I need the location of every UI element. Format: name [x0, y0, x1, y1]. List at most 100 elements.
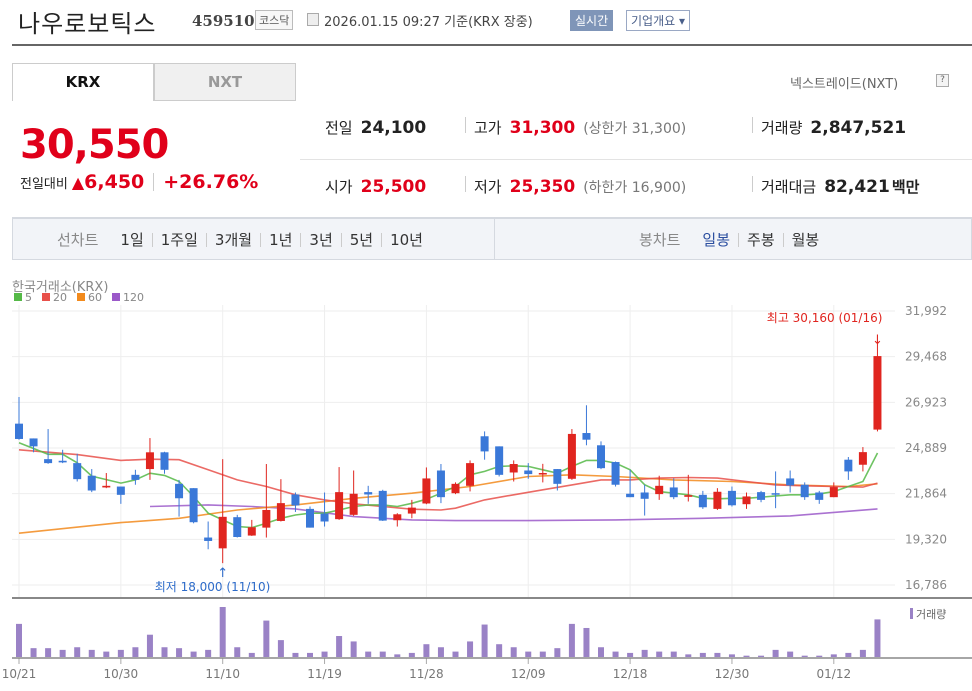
candle-body: [87, 475, 96, 491]
candle-body: [15, 423, 23, 439]
change-label: 전일대비: [20, 176, 68, 192]
candle-body: [495, 446, 504, 475]
tab-krx[interactable]: KRX: [12, 63, 154, 101]
quote-datetime: 2026.01.15 09:27 기준(KRX 장중): [324, 15, 533, 30]
volume-bar: [423, 644, 430, 657]
company-overview-dropdown[interactable]: 기업개요 ▾: [626, 10, 690, 31]
volume-bar: [219, 607, 226, 657]
candle-monthly[interactable]: 월봉: [782, 232, 828, 247]
candle-daily[interactable]: 일봉: [694, 232, 738, 247]
volume-bar: [641, 649, 648, 657]
volume-bar: [656, 651, 663, 657]
high-annotation: 최고 30,160 (01/16): [767, 311, 883, 325]
x-tick-label: 10/30: [104, 667, 139, 681]
divider: [465, 176, 466, 192]
volume-bar: [554, 648, 561, 657]
stat-label: 거래대금: [761, 178, 817, 196]
price-chart[interactable]: 31,992 29,468 26,923 24,889 21,864 19,320 16,7…: [0, 300, 972, 691]
stat-label: 거래량: [761, 119, 803, 137]
volume-bar: [321, 651, 328, 657]
volume-bar: [30, 648, 37, 657]
candle-chart-label: 봉차트: [639, 231, 681, 249]
divider: [153, 173, 155, 191]
stat-label: 고가: [474, 119, 502, 137]
volume-bar: [263, 620, 270, 657]
candle-body: [436, 470, 445, 498]
x-tick-label: 11/10: [205, 667, 240, 681]
moving-average-ma120: [149, 504, 878, 522]
candle-body: [815, 492, 824, 500]
stat-value: 31,300: [509, 118, 576, 138]
period-10y[interactable]: 10년: [381, 232, 431, 247]
stat-label: 저가: [474, 178, 502, 196]
help-icon[interactable]: ?: [936, 74, 949, 87]
period-1w[interactable]: 1주일: [151, 232, 206, 247]
change-amount: 6,450: [84, 171, 145, 193]
volume-bar: [568, 623, 575, 657]
candle-body: [262, 509, 271, 528]
y-tick-label: 21,864: [905, 487, 947, 501]
volume-bar: [467, 641, 474, 657]
volume-bar: [830, 654, 837, 657]
candle-body: [509, 464, 518, 473]
y-tick-label: 16,786: [905, 578, 947, 592]
candle-body: [291, 494, 300, 506]
candle-body: [727, 490, 736, 506]
upper-limit: (상한가 31,300): [583, 121, 687, 137]
stat-low: 저가 25,350 (하한가 16,900): [465, 176, 686, 197]
divider: [752, 117, 753, 133]
volume-bar: [714, 652, 721, 657]
tab-nxt[interactable]: NXT: [154, 63, 296, 101]
volume-bar: [452, 651, 459, 657]
candle-body: [58, 460, 67, 463]
stat-unit: 백만: [891, 178, 920, 196]
company-name: 나우로보틱스: [18, 10, 157, 38]
line-chart-label: 선차트: [57, 231, 99, 249]
chart-period-bar: 선차트 1일 1주일 3개월 1년 3년 5년 10년 봉차트 일봉 주봉 월봉: [12, 217, 972, 260]
low-annotation: 최저 18,000 (11/10): [155, 580, 271, 594]
candle-body: [335, 492, 344, 520]
volume-bar: [248, 652, 255, 657]
candle-body: [306, 508, 314, 528]
volume-bar: [176, 648, 183, 657]
x-tick-label: 11/19: [307, 667, 342, 681]
candle-body: [116, 486, 125, 495]
stat-value: 82,421: [824, 177, 890, 197]
x-tick-label: 11/28: [409, 667, 444, 681]
candle-body: [858, 452, 867, 465]
volume-bar: [510, 647, 517, 657]
market-badge: 코스닥: [255, 10, 294, 30]
volume-bar: [88, 649, 95, 657]
current-price: 30,550: [20, 122, 169, 168]
volume-bar: [132, 647, 139, 657]
candle-body: [757, 492, 766, 500]
period-3y[interactable]: 3년: [300, 232, 340, 247]
stat-open: 시가 25,500: [325, 176, 426, 197]
candle-body: [102, 485, 111, 488]
volume-bar: [743, 655, 750, 657]
x-tick-label: 01/12: [817, 667, 852, 681]
period-1y[interactable]: 1년: [260, 232, 300, 247]
candle-body: [131, 474, 140, 480]
volume-bar: [437, 647, 444, 657]
candle-body: [189, 488, 198, 523]
period-5y[interactable]: 5년: [340, 232, 381, 247]
candle-body: [276, 503, 285, 521]
candle-body: [771, 493, 780, 495]
candle-weekly[interactable]: 주봉: [738, 232, 783, 247]
candle-body: [626, 493, 635, 498]
realtime-badge[interactable]: 실시간: [570, 10, 614, 31]
volume-bar: [45, 648, 52, 657]
volume-bar: [598, 647, 604, 657]
volume-bar: [307, 652, 313, 657]
nextrade-link[interactable]: 넥스트레이드(NXT): [790, 73, 898, 92]
period-3m[interactable]: 3개월: [205, 232, 260, 247]
candle-body: [349, 493, 358, 515]
x-tick-label: 10/21: [2, 667, 37, 681]
candle-body: [247, 527, 256, 536]
volume-bar: [845, 652, 852, 657]
volume-bar: [190, 651, 197, 657]
period-1d[interactable]: 1일: [112, 232, 151, 247]
candle-body: [233, 517, 242, 537]
stat-value: 25,350: [509, 177, 576, 197]
